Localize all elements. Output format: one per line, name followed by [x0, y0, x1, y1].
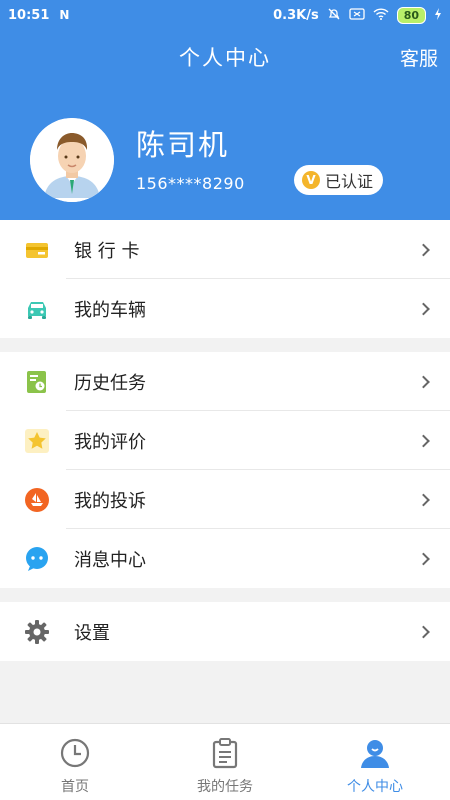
avatar[interactable] [30, 118, 114, 202]
clock-icon [60, 738, 90, 768]
menu-label: 银 行 卡 [74, 240, 140, 262]
nav-label: 个人中心 [347, 779, 403, 795]
bottom-navigation: 首页 我的任务 个人中心 [0, 723, 450, 800]
mute-bell-icon [327, 7, 341, 24]
menu-label: 设置 [74, 622, 110, 644]
menu-group-settings: 设置 [0, 602, 450, 661]
menu-item-my-review[interactable]: 我的评价 [0, 411, 450, 470]
charging-icon [434, 7, 442, 23]
nav-tab-my-tasks[interactable]: 我的任务 [150, 724, 300, 800]
wifi-icon [373, 7, 389, 23]
clipboard-icon [212, 738, 238, 769]
chevron-right-icon [417, 243, 430, 256]
menu-label: 历史任务 [74, 372, 146, 394]
car-icon [28, 301, 46, 319]
customer-service-button[interactable]: 客服 [400, 44, 438, 71]
history-task-icon [27, 370, 46, 393]
message-icon [26, 546, 48, 571]
driver-avatar-icon [30, 118, 114, 202]
menu-item-message-center[interactable]: 消息中心 [0, 529, 450, 588]
app-notification-icon: N [59, 8, 70, 22]
chevron-right-icon [417, 375, 430, 388]
page-title: 个人中心 [179, 46, 271, 70]
status-time: 10:51 [8, 7, 50, 23]
star-icon [25, 428, 49, 453]
menu-label: 我的评价 [74, 431, 146, 453]
user-name: 陈司机 [136, 128, 230, 162]
user-phone: 156****8290 [136, 174, 245, 193]
chevron-right-icon [417, 625, 430, 638]
menu-group-account: 银 行 卡 我的车辆 [0, 220, 450, 338]
chevron-right-icon [417, 493, 430, 506]
bank-card-icon [26, 242, 48, 258]
verified-label: 已认证 [325, 172, 374, 191]
nav-tab-profile[interactable]: 个人中心 [300, 724, 450, 800]
menu-group-activity: 历史任务 我的评价 我的投诉 消息中心 [0, 352, 450, 588]
menu-item-my-vehicle[interactable]: 我的车辆 [0, 279, 450, 338]
chevron-right-icon [417, 552, 430, 565]
menu-label: 消息中心 [74, 549, 146, 571]
network-speed: 0.3K/s [273, 7, 319, 23]
nav-label: 首页 [61, 779, 89, 795]
complaint-icon [25, 487, 49, 512]
person-icon [361, 740, 389, 768]
menu-item-settings[interactable]: 设置 [0, 602, 450, 661]
chevron-right-icon [417, 434, 430, 447]
status-bar: 10:51 N 0.3K/s 80 [0, 0, 450, 30]
chevron-right-icon [417, 302, 430, 315]
menu-label: 我的投诉 [74, 490, 146, 512]
nav-tab-home[interactable]: 首页 [0, 724, 150, 800]
nav-label: 我的任务 [197, 779, 253, 795]
menu-item-history-task[interactable]: 历史任务 [0, 352, 450, 411]
menu-label: 我的车辆 [74, 299, 146, 321]
menu-item-bank-card[interactable]: 银 行 卡 [0, 220, 450, 279]
verified-badge: V 已认证 [294, 165, 384, 195]
profile-header: 个人中心 客服 陈司机 156****8290 V 已认证 [0, 30, 450, 220]
no-sim-icon [349, 7, 365, 23]
battery-indicator: 80 [396, 6, 426, 24]
gear-icon [25, 619, 49, 644]
verified-v-icon: V [302, 171, 320, 189]
menu-item-my-complaint[interactable]: 我的投诉 [0, 470, 450, 529]
